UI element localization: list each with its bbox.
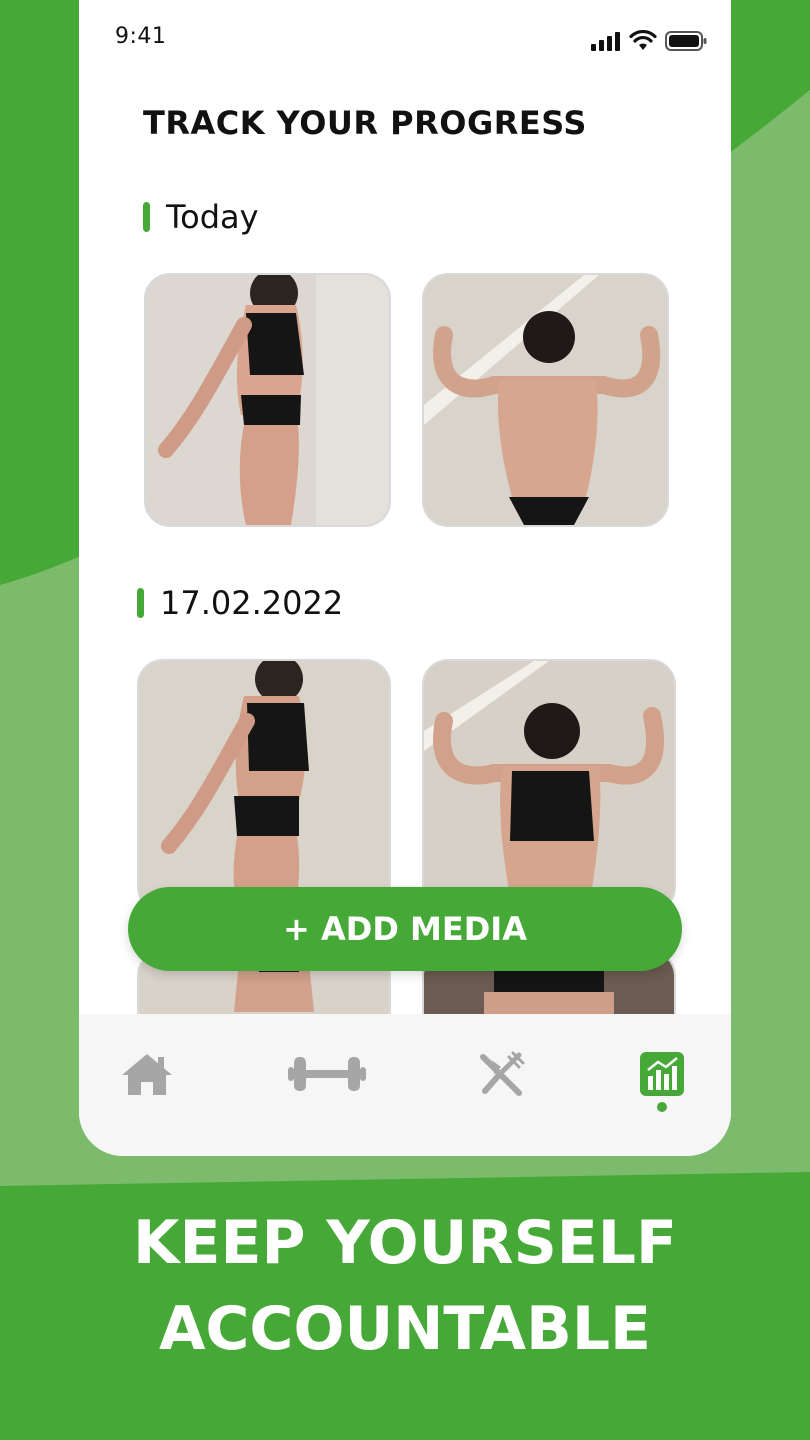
section-label-17-02-2022: 17.02.2022 [137, 584, 343, 622]
add-media-button[interactable]: + ADD MEDIA [128, 887, 682, 971]
bottom-nav [79, 1014, 731, 1156]
page-title: TRACK YOUR PROGRESS [143, 104, 587, 142]
signal-icon [591, 32, 620, 51]
home-icon [122, 1054, 172, 1095]
section-date-label: Today [166, 198, 259, 236]
section-label-today: Today [143, 198, 259, 236]
progress-photo-back-past[interactable] [422, 659, 676, 913]
progress-photo-back-today[interactable] [422, 273, 669, 527]
section-accent-bar [137, 588, 144, 618]
section-date-label: 17.02.2022 [160, 584, 344, 622]
promo-headline: KEEP YOURSELF ACCOUNTABLE [0, 1200, 810, 1372]
nav-item-nutrition[interactable] [477, 1044, 527, 1104]
nav-item-progress[interactable] [639, 1044, 685, 1104]
section-accent-bar [143, 202, 150, 232]
status-time: 9:41 [115, 24, 167, 49]
fork-knife-icon [480, 1051, 525, 1096]
progress-chart-icon [640, 1052, 684, 1096]
nav-item-home[interactable] [117, 1044, 177, 1104]
headline-line-1: KEEP YOURSELF [133, 1208, 677, 1278]
nav-item-workouts[interactable] [287, 1044, 367, 1104]
battery-icon [665, 31, 707, 51]
status-icons [591, 30, 707, 52]
progress-photo-side-past[interactable] [137, 659, 391, 913]
progress-photo-side-today[interactable] [144, 273, 391, 527]
headline-line-2: ACCOUNTABLE [158, 1294, 652, 1364]
active-nav-indicator [657, 1102, 667, 1112]
dumbbell-icon [288, 1057, 366, 1091]
wifi-icon [629, 30, 657, 50]
phone-screen: 9:41 TRACK YOUR PROGRESS Today 17.02.202… [79, 0, 731, 1156]
